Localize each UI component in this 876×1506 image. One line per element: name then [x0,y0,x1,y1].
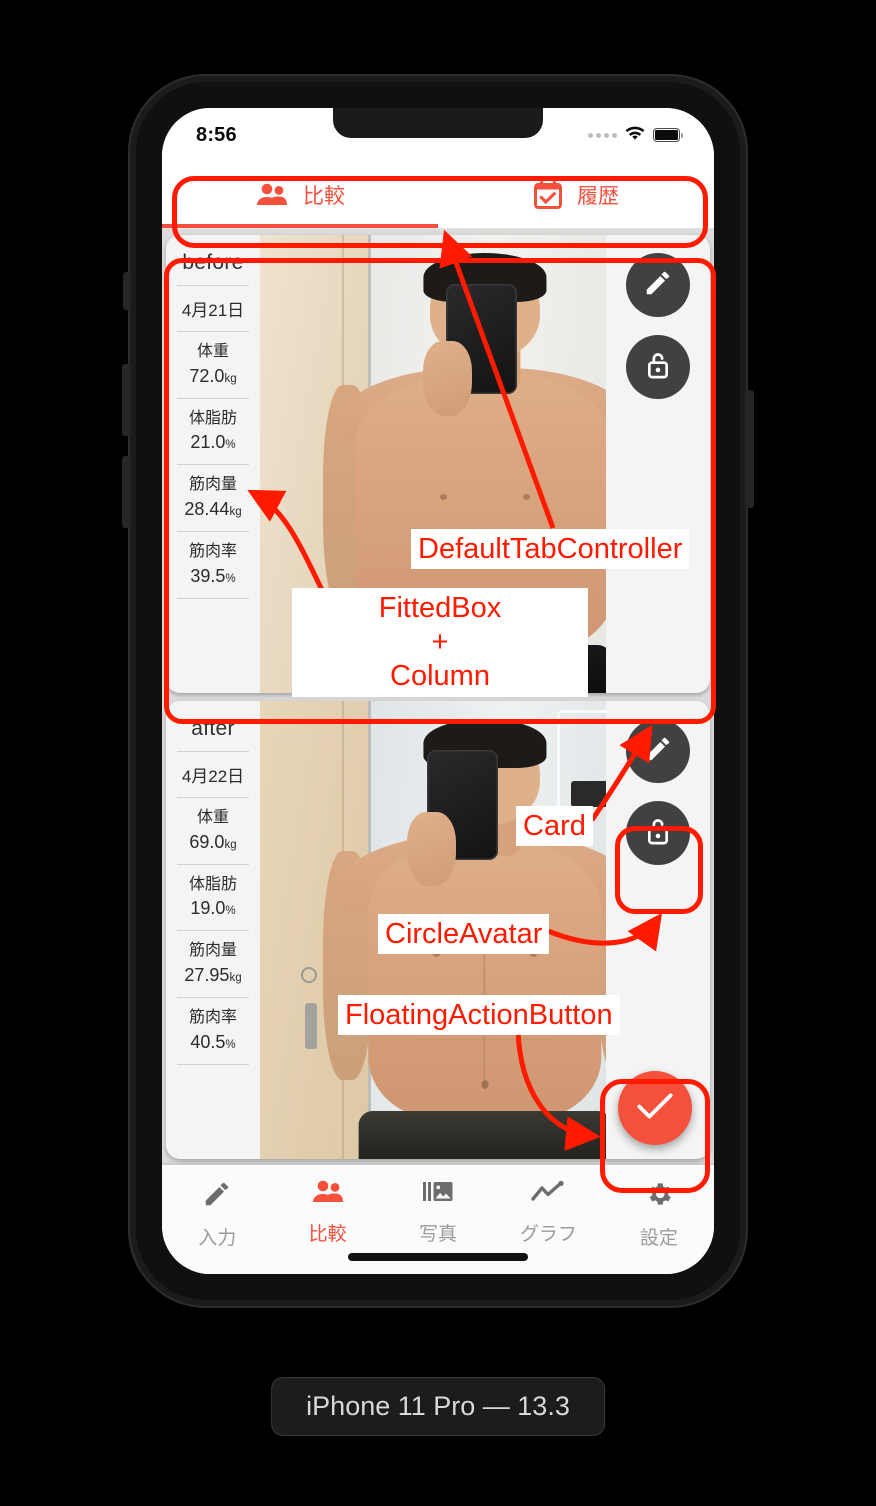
annotation-fittedbox-column: FittedBox + Column [292,588,588,697]
battery-icon [653,128,683,142]
unlock-icon [644,350,672,385]
nav-label: グラフ [519,1224,577,1245]
stat-value: 21.0% [190,432,236,453]
pencil-icon [643,268,673,303]
stat-item: 体重 72.0kg [172,332,254,398]
stat-value: 69.0kg [189,831,237,852]
stat-label: 体脂肪 [188,875,237,893]
check-icon [636,1091,674,1126]
stat-item: 体重 69.0kg [172,798,254,864]
unlock-icon [644,816,672,851]
stat-label: 筋肉率 [188,543,237,561]
fab-container [618,1071,692,1145]
tab-label: 履歴 [577,185,619,208]
stat-label: 筋肉率 [188,1009,237,1027]
stat-item: 筋肉率 40.5% [172,998,254,1064]
pencil-icon [643,734,673,769]
nav-item-settei[interactable]: 設定 [604,1179,714,1250]
wifi-icon [624,125,646,146]
stat-label: 体重 [196,809,229,826]
top-tab-bar[interactable]: 比較 履歴 [162,162,714,228]
divider [177,597,249,599]
stat-item: 筋肉率 39.5% [172,532,254,598]
nav-label: 比較 [308,1224,347,1245]
card-date: 4月22日 [181,767,245,786]
annotation-circle-avatar: CircleAvatar [378,914,550,955]
pencil-icon [202,1179,232,1214]
volume-down-button[interactable] [122,456,131,528]
stat-value: 40.5% [190,1031,236,1052]
lock-toggle-button[interactable] [626,801,690,865]
stats-column: before 4月21日 体重 72.0kg 体脂肪 21.0% 筋肉量 28.… [166,235,260,693]
edit-button[interactable] [626,719,690,783]
nav-item-shashin[interactable]: 写真 [383,1179,493,1246]
photo-library-icon [422,1179,454,1210]
stat-item: 筋肉量 28.44kg [172,465,254,531]
stat-item: 体脂肪 21.0% [172,399,254,465]
stat-item: 体脂肪 19.0% [172,865,254,931]
bottom-nav[interactable]: 入力 比較 写真 グラフ 設定 [162,1165,714,1274]
card-title: after [191,717,235,740]
tab-label: 比較 [303,185,345,208]
screenshot-root: 8:56 比較 履歴 before 4月21日 体重 72.0kg 体脂肪 21… [0,0,876,1506]
gear-icon [644,1179,674,1214]
home-indicator[interactable] [348,1253,528,1261]
nav-label: 写真 [419,1224,458,1245]
nav-item-nyuryoku[interactable]: 入力 [162,1179,272,1250]
signal-dots-icon [588,132,617,138]
nav-label: 設定 [639,1228,678,1249]
people-icon [255,182,289,208]
before-actions [606,235,710,693]
line-chart-icon [531,1179,565,1210]
stat-label: 筋肉量 [188,476,237,494]
calendar-check-icon [533,180,563,210]
stat-value: 39.5% [190,565,236,586]
silent-switch[interactable] [123,272,131,310]
annotation-default-tab-controller: DefaultTabController [411,529,690,570]
lock-toggle-button[interactable] [626,335,690,399]
status-clock: 8:56 [196,123,237,146]
tab-hikaku[interactable]: 比較 [162,162,438,228]
tab-active-indicator [162,224,438,228]
power-button[interactable] [745,390,754,508]
stat-value: 27.95kg [184,964,242,985]
stat-label: 体重 [196,343,229,360]
nav-item-hikaku[interactable]: 比較 [272,1179,382,1246]
card-date: 4月21日 [181,301,245,320]
stat-value: 28.44kg [184,498,242,519]
nav-item-graph[interactable]: グラフ [493,1179,603,1246]
annotation-card: Card [516,806,593,847]
confirm-fab[interactable] [618,1071,692,1145]
volume-up-button[interactable] [122,364,131,436]
stat-item: 筋肉量 27.95kg [172,931,254,997]
divider [177,1063,249,1065]
status-indicators [588,125,683,146]
people-icon [311,1179,345,1210]
device-label: iPhone 11 Pro — 13.3 [271,1377,605,1436]
nav-label: 入力 [198,1228,237,1249]
card-title: before [182,251,244,274]
stats-column: after 4月22日 体重 69.0kg 体脂肪 19.0% 筋肉量 27.9… [166,701,260,1159]
edit-button[interactable] [626,253,690,317]
tab-rireki[interactable]: 履歴 [438,162,714,228]
stat-value: 72.0kg [189,365,237,386]
stat-label: 体脂肪 [188,409,237,427]
screen-notch [333,108,543,138]
stat-label: 筋肉量 [188,942,237,960]
stat-value: 19.0% [190,898,236,919]
annotation-floating-action-button: FloatingActionButton [338,995,620,1036]
